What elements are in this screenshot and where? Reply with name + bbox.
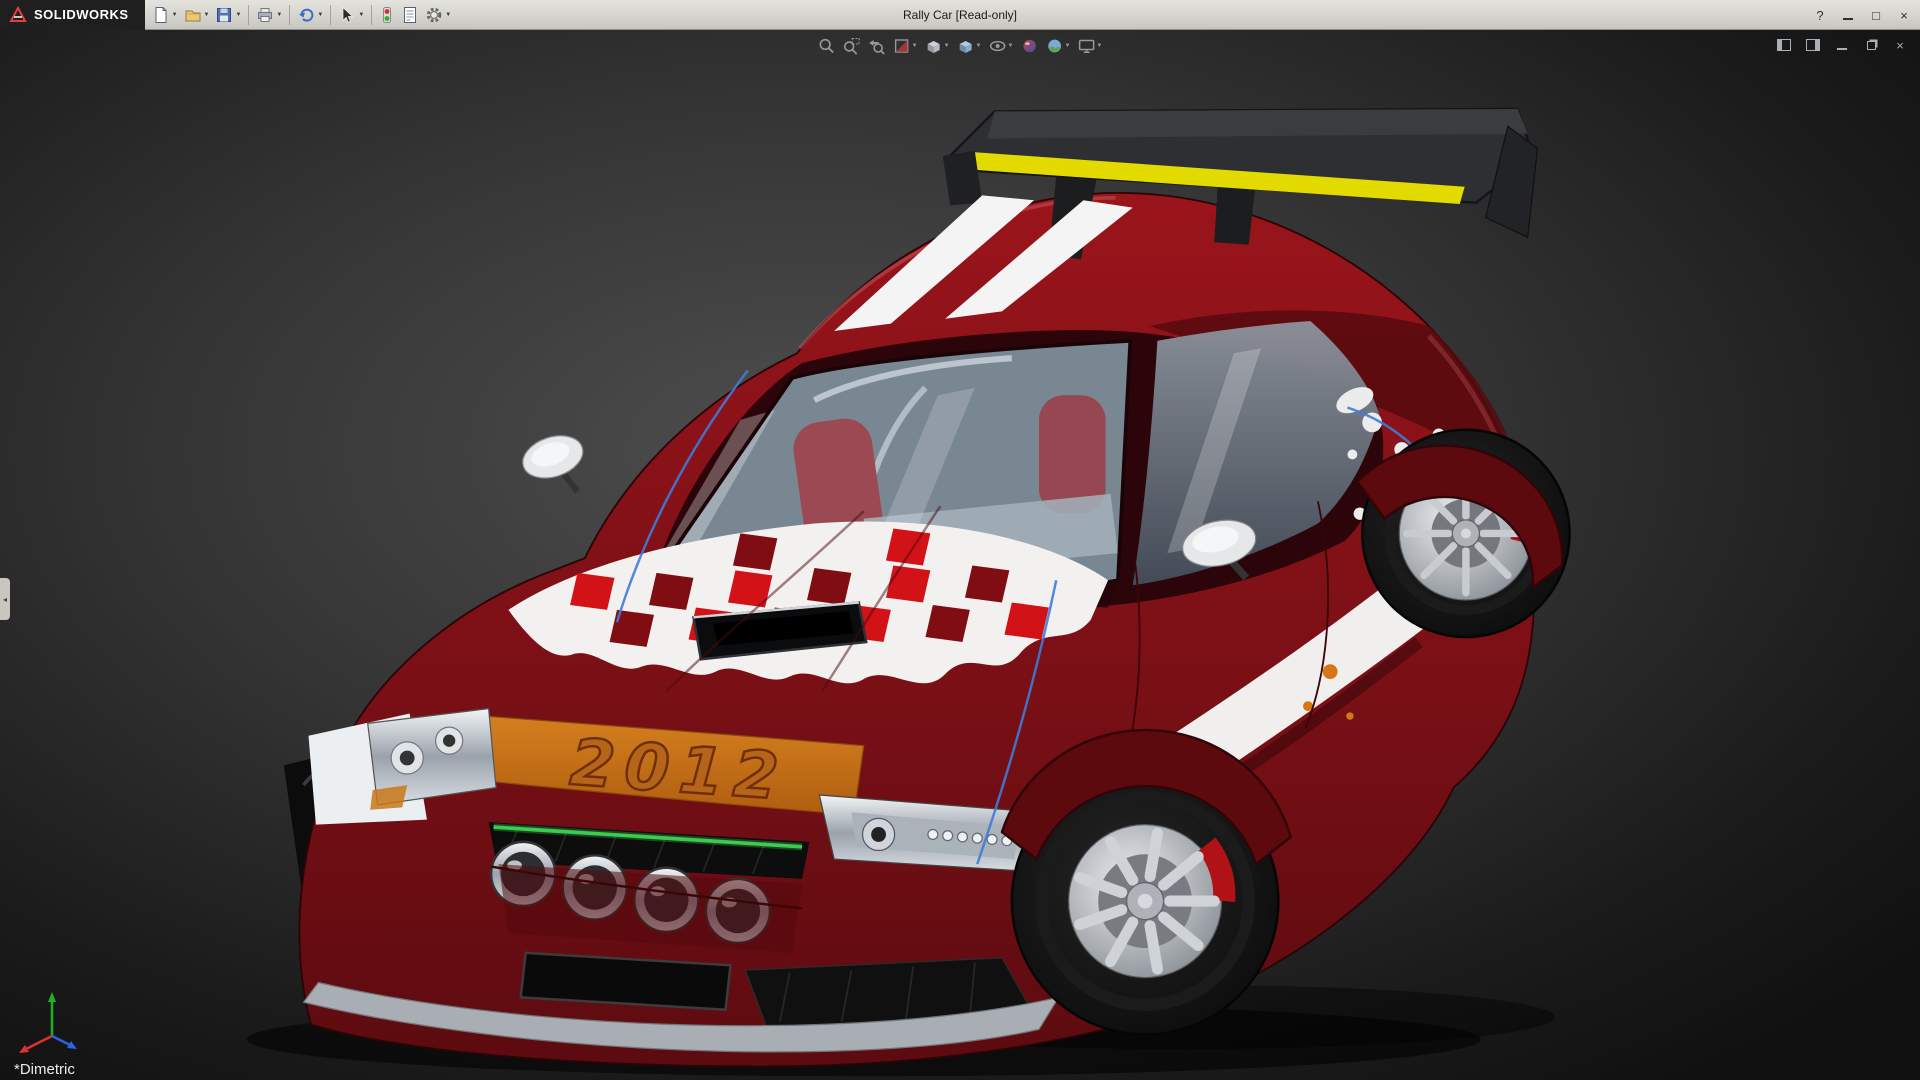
save-button[interactable]: ▼ [212,4,244,26]
previous-view-button[interactable] [868,37,886,55]
chevron-down-icon[interactable]: ▼ [357,12,364,18]
view-settings-button[interactable]: ▼ [1077,37,1102,55]
collapse-arrow-icon: ◂ [3,595,7,604]
help-button[interactable]: ? [1812,8,1828,23]
print-button[interactable]: ▼ [253,4,285,26]
chevron-down-icon[interactable]: ▼ [944,43,950,49]
doc-minimize-button[interactable] [1834,37,1850,53]
document-window-controls: × [1776,37,1908,53]
view-orientation-button[interactable]: ▼ [925,37,950,55]
view-orientation-cube-icon [925,37,943,55]
undo-icon [297,6,315,24]
maximize-button[interactable]: □ [1868,8,1884,23]
open-button[interactable]: ▼ [181,4,213,26]
document-title: Rally Car [Read-only] [903,8,1017,22]
select-arrow-icon [338,6,356,24]
chevron-down-icon[interactable]: ▼ [976,43,982,49]
toolbar-separator [248,5,249,25]
scene-icon [1045,37,1063,55]
rebuild-icon [379,6,395,24]
eye-icon [989,37,1007,55]
zoom-to-fit-icon [818,37,836,55]
display-style-button[interactable]: ▼ [957,37,982,55]
close-button[interactable]: × [1896,8,1912,23]
toggle-right-pane-button[interactable] [1805,37,1821,53]
chevron-down-icon[interactable]: ▼ [912,43,918,49]
open-folder-icon [184,6,202,24]
select-button[interactable]: ▼ [335,4,367,26]
new-document-button[interactable]: ▼ [149,4,181,26]
chevron-down-icon[interactable]: ▼ [234,12,241,18]
minimize-icon [1843,11,1853,20]
display-style-icon [957,37,975,55]
view-settings-icon [1077,37,1095,55]
view-orientation-label: *Dimetric [14,1061,75,1078]
chevron-down-icon[interactable]: ▼ [1096,43,1102,49]
restore-icon [1867,41,1876,50]
doc-close-button[interactable]: × [1892,37,1908,53]
toolbar-separator [330,5,331,25]
chevron-down-icon[interactable]: ▼ [275,12,282,18]
left-pane-icon [1777,39,1791,51]
gear-icon [425,6,443,24]
minimize-button[interactable] [1840,8,1856,23]
rally-car-model-scene[interactable]: 2012 [0,30,1920,1080]
zoom-area-icon [843,37,861,55]
previous-view-icon [868,37,886,55]
window-controls: ? □ × [1812,0,1912,30]
chevron-down-icon[interactable]: ▼ [1064,43,1070,49]
zoom-to-fit-button[interactable] [818,37,836,55]
print-icon [256,6,274,24]
chevron-down-icon[interactable]: ▼ [1008,43,1014,49]
headsup-view-toolbar: ▼ ▼ ▼ ▼ [818,37,1103,55]
chevron-down-icon[interactable]: ▼ [171,12,178,18]
livery-year-text: 2012 [568,725,791,815]
minimize-icon [1837,40,1847,50]
graphics-viewport[interactable]: 2012 [0,30,1920,1080]
toolbar-separator [289,5,290,25]
solidworks-logo-icon [8,6,28,24]
toggle-left-pane-button[interactable] [1776,37,1792,53]
solidworks-logo: SOLIDWORKS [0,0,145,30]
undo-button[interactable]: ▼ [294,4,326,26]
edit-appearance-button[interactable] [1020,37,1038,55]
brand-name: SOLIDWORKS [34,7,129,22]
hide-show-items-button[interactable]: ▼ [989,37,1014,55]
feature-pane-collapse-tab[interactable]: ◂ [0,578,10,620]
reference-triad [14,986,92,1058]
titlebar: SOLIDWORKS ▼ ▼ ▼ [0,0,1920,30]
chevron-down-icon[interactable]: ▼ [203,12,210,18]
chevron-down-icon[interactable]: ▼ [444,12,451,18]
toolbar-separator [371,5,372,25]
file-properties-button[interactable] [398,4,422,26]
chevron-down-icon[interactable]: ▼ [316,12,323,18]
right-pane-icon [1806,39,1820,51]
options-button[interactable]: ▼ [422,4,454,26]
section-view-button[interactable]: ▼ [893,37,918,55]
doc-restore-button[interactable] [1863,37,1879,53]
standard-toolbar: ▼ ▼ ▼ ▼ [145,4,459,26]
file-properties-icon [401,6,419,24]
new-document-icon [152,6,170,24]
apply-scene-button[interactable]: ▼ [1045,37,1070,55]
save-icon [215,6,233,24]
section-view-icon [893,37,911,55]
rebuild-button[interactable] [376,4,398,26]
appearance-ball-icon [1020,37,1038,55]
zoom-area-button[interactable] [843,37,861,55]
